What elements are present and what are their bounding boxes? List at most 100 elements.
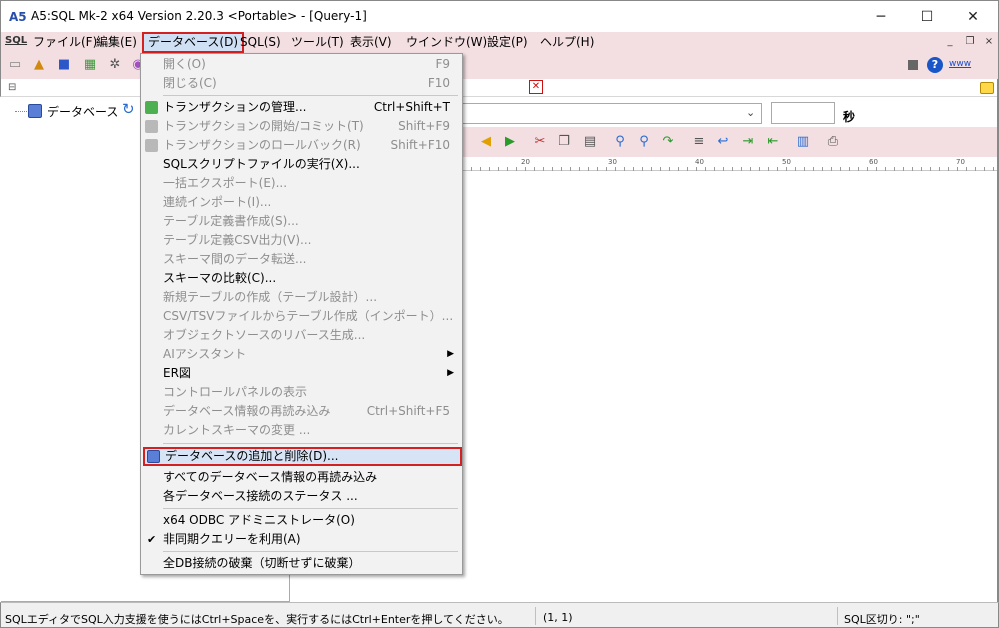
submenu-arrow-icon: ▶ (447, 349, 454, 359)
undo-icon[interactable]: ◀ (478, 134, 494, 150)
commit-icon (145, 120, 158, 133)
stop-icon[interactable] (908, 60, 918, 70)
paste-icon[interactable]: ▤ (582, 134, 598, 150)
menu-schema-transfer[interactable]: スキーマ間のデータ転送... (141, 250, 462, 269)
menu-connection-status[interactable]: 各データベース接続のステータス ... (141, 487, 462, 506)
database-select[interactable] (462, 103, 762, 124)
menu-edit[interactable]: 編集(E) (90, 32, 143, 53)
checkmark-icon: ✔ (147, 533, 157, 546)
jump-icon[interactable]: ↷ (660, 134, 676, 150)
menu-separator (163, 508, 458, 509)
help-icon[interactable]: ? (927, 57, 943, 73)
close-button[interactable]: ✕ (950, 1, 996, 33)
window-title: A5:SQL Mk-2 x64 Version 2.20.3 <Portable… (31, 9, 367, 23)
menu-separator (163, 551, 458, 552)
seconds-label: 秒 (843, 110, 856, 124)
tree-toggle-icon[interactable]: ⊟ (8, 82, 16, 93)
menu-transaction-commit[interactable]: トランザクションの開始/コミット(T) Shift+F9 (141, 117, 462, 136)
search-icon[interactable]: ⚲ (612, 134, 628, 150)
menu-settings[interactable]: 設定(P) (481, 32, 534, 53)
new-file-icon[interactable]: ▭ (7, 57, 23, 73)
menu-async-query[interactable]: ✔ 非同期クエリーを利用(A) (141, 530, 462, 549)
database-icon (147, 450, 160, 463)
menu-reverse-source[interactable]: オブジェクトソースのリバース生成... (141, 326, 462, 345)
folder-icon[interactable] (980, 82, 994, 94)
mdi-minimize-button[interactable]: _ (943, 35, 957, 49)
sql-delimiter: SQL区切り: ";" (844, 613, 920, 626)
menu-view[interactable]: 表示(V) (344, 32, 398, 53)
database-icon[interactable]: ■ (56, 57, 72, 73)
menu-discard-all-connections[interactable]: 全DB接続の破棄（切断せずに破棄） (141, 554, 462, 573)
website-link[interactable]: www (949, 59, 971, 69)
menu-add-remove-database[interactable]: データベースの追加と削除(D)... (143, 447, 462, 466)
format-icon[interactable]: ▥ (795, 134, 811, 150)
redo-icon[interactable]: ▶ (502, 134, 518, 150)
title-bar: A5 A5:SQL Mk-2 x64 Version 2.20.3 <Porta… (0, 0, 999, 32)
app-icon: A5 (9, 10, 27, 24)
database-menu: 開く(O) F9 閉じる(C) F10 トランザクションの管理... Ctrl+Shi… (140, 53, 463, 575)
menu-bulk-export[interactable]: 一括エクスポート(E)... (141, 174, 462, 193)
menu-new-table[interactable]: 新規テーブルの作成（テーブル設計）... (141, 288, 462, 307)
tab-close-icon[interactable]: ✕ (529, 80, 543, 94)
database-icon (28, 104, 42, 118)
status-hint: SQLエディタでSQL入力支援を使うにはCtrl+Spaceを、実行するにはCt… (5, 613, 509, 626)
timeout-input[interactable] (771, 102, 835, 124)
ruler-mark: 40 (695, 158, 704, 166)
open-folder-icon[interactable]: ▲ (31, 57, 47, 73)
gear-icon[interactable]: ✲ (107, 57, 123, 73)
submenu-arrow-icon: ▶ (447, 368, 454, 378)
menu-reload-db-info[interactable]: データベース情報の再読み込み Ctrl+Shift+F5 (141, 402, 462, 421)
outdent-icon[interactable]: ⇤ (765, 134, 781, 150)
cursor-position: (1, 1) (543, 611, 573, 624)
cut-icon[interactable]: ✂ (532, 134, 548, 150)
status-divider (535, 607, 536, 625)
menu-help[interactable]: ヘルプ(H) (534, 32, 600, 53)
mdi-close-button[interactable]: × (982, 35, 996, 49)
menu-change-schema[interactable]: カレントスキーマの変更 ... (141, 421, 462, 440)
align-icon[interactable]: ≡ (691, 134, 707, 150)
menu-bar: SQL ファイル(F) 編集(E) データベース(D) SQL(S) ツール(T… (0, 32, 999, 53)
replace-icon[interactable]: ⚲ (636, 134, 652, 150)
menu-er-diagram[interactable]: ER図 ▶ (141, 364, 462, 383)
menu-run-script[interactable]: SQLスクリプトファイルの実行(X)... (141, 155, 462, 174)
copy-icon[interactable]: ❐ (556, 134, 572, 150)
menu-separator (163, 95, 458, 96)
menu-tools[interactable]: ツール(T) (285, 32, 350, 53)
refresh-icon[interactable]: ↻ (122, 100, 135, 118)
transaction-icon (145, 101, 158, 114)
rollback-icon (145, 139, 158, 152)
menu-sequential-import[interactable]: 連続インポート(I)... (141, 193, 462, 212)
menu-schema-compare[interactable]: スキーマの比較(C)... (141, 269, 462, 288)
print-icon[interactable]: ⎙ (825, 134, 841, 150)
tree-connector (15, 111, 29, 112)
table-icon[interactable]: ▦ (82, 57, 98, 73)
menu-database[interactable]: データベース(D) (142, 32, 245, 53)
menu-control-panel[interactable]: コントロールパネルの表示 (141, 383, 462, 402)
menu-odbc-admin[interactable]: x64 ODBC アドミニストレータ(O) (141, 511, 462, 530)
ruler-mark: 50 (782, 158, 791, 166)
menu-sql[interactable]: SQL(S) (234, 32, 287, 53)
wrap-icon[interactable]: ↩ (715, 134, 731, 150)
menu-table-csv[interactable]: テーブル定義CSV出力(V)... (141, 231, 462, 250)
status-bar: SQLエディタでSQL入力支援を使うにはCtrl+Spaceを、実行するにはCt… (0, 602, 999, 628)
status-divider (837, 607, 838, 625)
sql-editor[interactable] (462, 171, 998, 602)
minimize-button[interactable]: ─ (858, 1, 904, 33)
menu-separator (163, 443, 458, 444)
mdi-restore-button[interactable]: ❐ (963, 35, 977, 49)
tree-root-label[interactable]: データベース (47, 103, 118, 120)
menu-table-doc[interactable]: テーブル定義書作成(S)... (141, 212, 462, 231)
menu-open[interactable]: 開く(O) F9 (141, 55, 462, 74)
maximize-button[interactable]: ☐ (904, 1, 950, 33)
menu-transaction-rollback[interactable]: トランザクションのロールバック(R) Shift+F10 (141, 136, 462, 155)
menu-reload-all-db[interactable]: すべてのデータベース情報の再読み込み (141, 468, 462, 487)
menu-csv-import[interactable]: CSV/TSVファイルからテーブル作成（インポート）... (141, 307, 462, 326)
menu-window[interactable]: ウインドウ(W) (400, 32, 493, 53)
menu-transaction-manage[interactable]: トランザクションの管理... Ctrl+Shift+T (141, 98, 462, 117)
ruler-mark: 20 (521, 158, 530, 166)
indent-icon[interactable]: ⇥ (740, 134, 756, 150)
sql-logo-icon: SQL (5, 35, 28, 46)
chevron-down-icon[interactable]: ⌄ (746, 106, 755, 119)
menu-close[interactable]: 閉じる(C) F10 (141, 74, 462, 93)
menu-ai-assistant[interactable]: AIアシスタント ▶ (141, 345, 462, 364)
